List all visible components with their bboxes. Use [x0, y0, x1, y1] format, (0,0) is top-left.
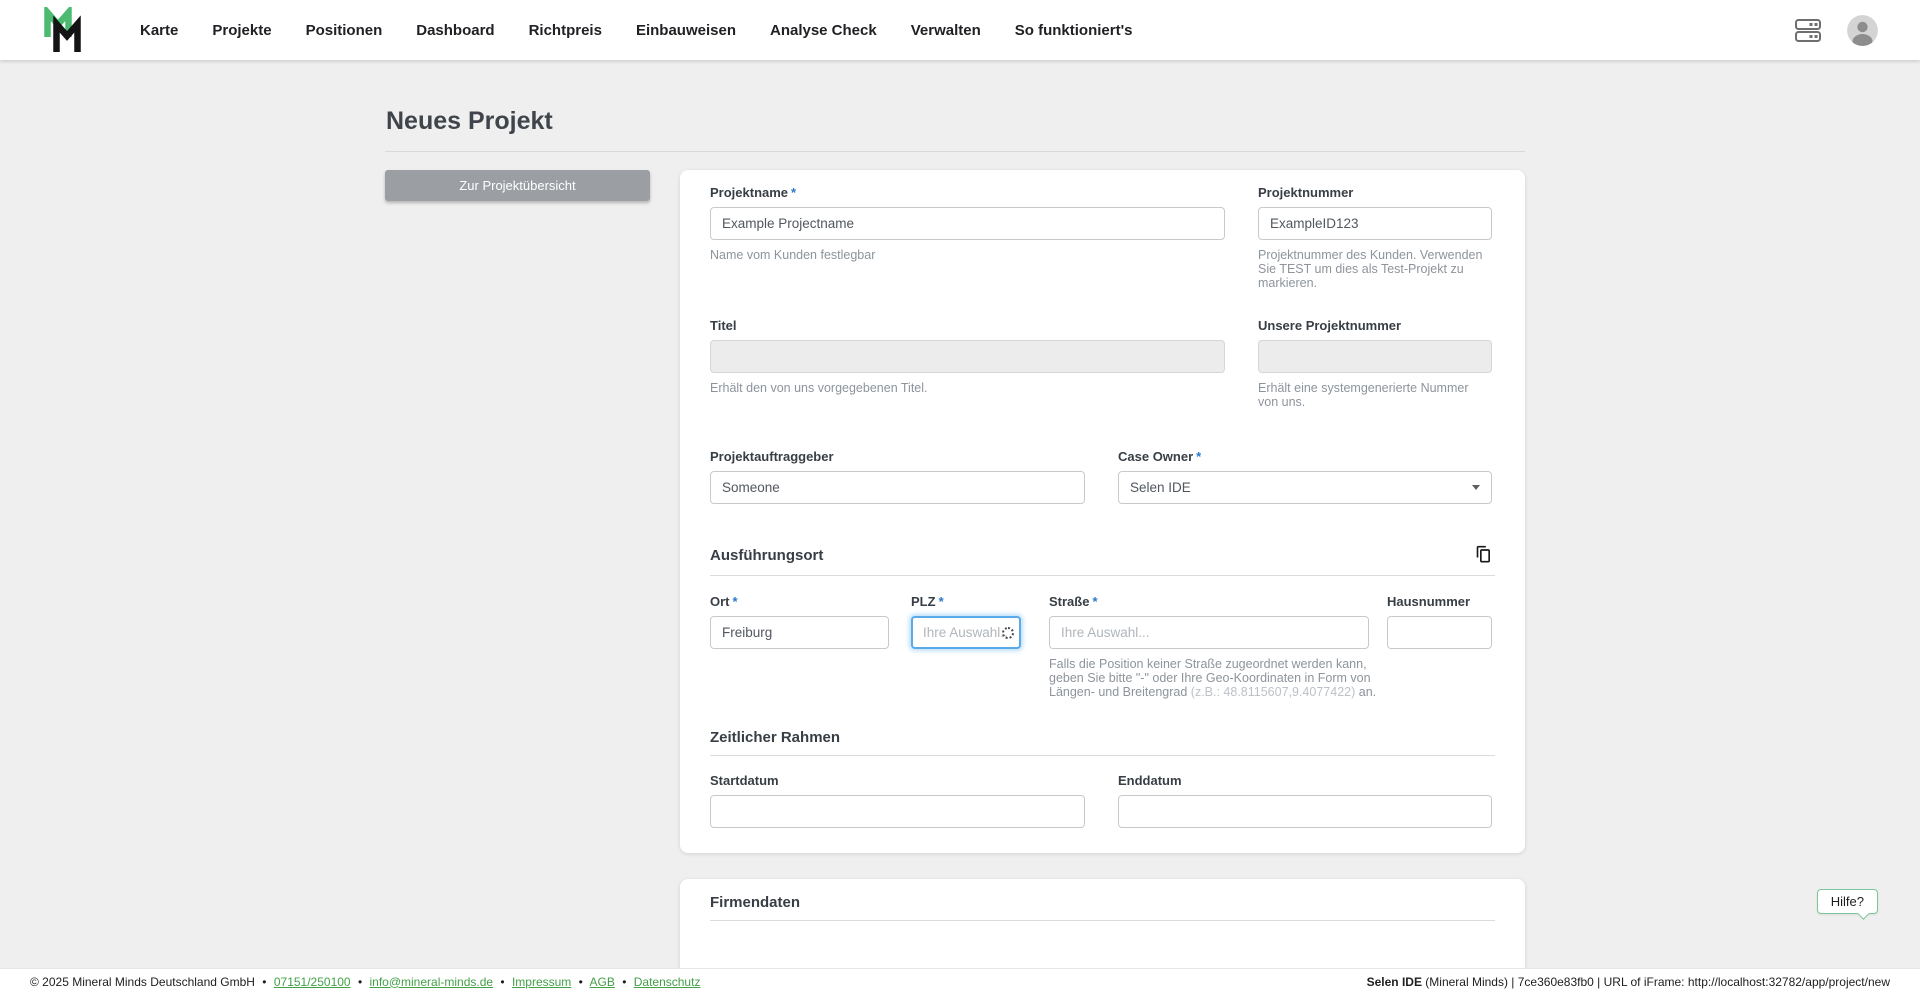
title-divider — [385, 151, 1525, 152]
case-owner-field: Case Owner * Selen IDE — [1118, 449, 1492, 504]
copyright-text: © 2025 Mineral Minds Deutschland GmbH — [30, 974, 255, 989]
copy-icon[interactable] — [1475, 544, 1495, 566]
projektauftraggeber-label: Projektauftraggeber — [710, 449, 834, 464]
firmendaten-section-title: Firmendaten — [710, 894, 801, 911]
unsere-projektnummer-field: Unsere Projektnummer Erhält eine systemg… — [1258, 318, 1492, 409]
chevron-down-icon — [1472, 485, 1480, 490]
startdatum-field: Startdatum — [710, 773, 1085, 828]
firmendaten-card: Firmendaten — [680, 879, 1525, 968]
plz-label: PLZ * — [911, 594, 944, 609]
zeitlicher-rahmen-section-header: Zeitlicher Rahmen — [710, 729, 1495, 756]
nav-item-analyse-check[interactable]: Analyse Check — [770, 22, 877, 39]
nav-item-karte[interactable]: Karte — [140, 22, 178, 39]
user-avatar-icon[interactable] — [1847, 14, 1878, 46]
strasse-label: Straße * — [1049, 594, 1098, 609]
server-icon[interactable] — [1795, 18, 1821, 42]
strasse-field: Straße* Falls die Position keiner Straße… — [1049, 594, 1376, 699]
firmendaten-section-header: Firmendaten — [710, 894, 1495, 921]
enddatum-label: Enddatum — [1118, 773, 1182, 788]
header-actions — [1795, 14, 1878, 46]
required-asterisk: * — [1092, 594, 1098, 609]
unsere-projektnummer-label: Unsere Projektnummer — [1258, 318, 1402, 333]
session-user: Selen IDE — [1366, 974, 1422, 989]
enddatum-input[interactable] — [1118, 795, 1492, 828]
footer-link-email[interactable]: info@mineral-minds.de — [369, 975, 493, 989]
required-asterisk: * — [791, 185, 797, 200]
nav-item-einbauweisen[interactable]: Einbauweisen — [636, 22, 736, 39]
ausfuehrungsort-section-header: Ausführungsort — [710, 544, 1495, 576]
zeitlicher-rahmen-section-title: Zeitlicher Rahmen — [710, 729, 841, 746]
projektnummer-helper: Projektnummer des Kunden. Verwenden Sie … — [1258, 248, 1483, 290]
page-title: Neues Projekt — [386, 107, 553, 135]
titel-input — [710, 340, 1225, 373]
unsere-projektnummer-input — [1258, 340, 1492, 373]
help-button[interactable]: Hilfe? — [1816, 889, 1878, 914]
ausfuehrungsort-section-title: Ausführungsort — [710, 546, 824, 564]
page-footer: © 2025 Mineral Minds Deutschland GmbH • … — [0, 968, 1920, 994]
zur-projektuebersicht-button[interactable]: Zur Projektübersicht — [385, 170, 650, 201]
ort-input[interactable] — [710, 616, 889, 649]
projektname-label: Projektname * — [710, 185, 797, 200]
projektname-helper: Name vom Kunden festlegbar — [710, 248, 876, 262]
app-header: Karte Projekte Positionen Dashboard Rich… — [0, 0, 1920, 60]
startdatum-label: Startdatum — [710, 773, 779, 788]
mineral-minds-logo-icon[interactable] — [42, 7, 84, 53]
unsere-projektnummer-helper: Erhält eine systemgenerierte Nummer von … — [1258, 381, 1469, 409]
nav-item-richtpreis[interactable]: Richtpreis — [529, 22, 602, 39]
projektnummer-input[interactable] — [1258, 207, 1492, 240]
titel-label: Titel — [710, 318, 737, 333]
projektnummer-label: Projektnummer — [1258, 185, 1354, 200]
main-content: Neues Projekt Zur Projektübersicht Proje… — [0, 60, 1920, 968]
projektname-field: Projektname* Name vom Kunden festlegbar — [710, 185, 1225, 262]
nav-item-verwalten[interactable]: Verwalten — [911, 22, 981, 39]
case-owner-label: Case Owner * — [1118, 449, 1202, 464]
hausnummer-input[interactable] — [1387, 616, 1492, 649]
enddatum-field: Enddatum — [1118, 773, 1492, 828]
required-asterisk: * — [732, 594, 738, 609]
strasse-helper: Falls die Position keiner Straße zugeord… — [1049, 657, 1377, 699]
case-owner-selected-value: Selen IDE — [1130, 480, 1191, 495]
required-asterisk: * — [938, 594, 944, 609]
nav-item-projekte[interactable]: Projekte — [212, 22, 271, 39]
projektauftraggeber-field: Projektauftraggeber — [710, 449, 1085, 504]
projektnummer-field: Projektnummer Projektnummer des Kunden. … — [1258, 185, 1492, 290]
nav-item-positionen[interactable]: Positionen — [306, 22, 383, 39]
titel-field: Titel Erhält den von uns vorgegebenen Ti… — [710, 318, 1225, 395]
titel-helper: Erhält den von uns vorgegebenen Titel. — [710, 381, 928, 395]
footer-link-phone[interactable]: 07151/250100 — [274, 975, 351, 989]
plz-field: PLZ * — [911, 594, 1021, 649]
footer-link-datenschutz[interactable]: Datenschutz — [634, 975, 701, 989]
session-details: (Mineral Minds) | 7ce360e83fb0 | URL of … — [1421, 974, 1890, 989]
nav-item-dashboard[interactable]: Dashboard — [416, 22, 494, 39]
required-asterisk: * — [1196, 449, 1202, 464]
footer-link-agb[interactable]: AGB — [590, 975, 615, 989]
hausnummer-field: Hausnummer — [1387, 594, 1492, 649]
loading-spinner-icon — [1002, 626, 1014, 639]
project-form-card: Projektname* Name vom Kunden festlegbar … — [680, 170, 1525, 853]
nav-item-so-funktionierts[interactable]: So funktioniert's — [1015, 22, 1133, 39]
footer-session-info: Selen IDE (Mineral Minds) | 7ce360e83fb0… — [1367, 975, 1890, 989]
footer-link-impressum[interactable]: Impressum — [512, 975, 571, 989]
main-nav: Karte Projekte Positionen Dashboard Rich… — [140, 22, 1133, 39]
projektname-input[interactable] — [710, 207, 1225, 240]
strasse-input[interactable] — [1049, 616, 1369, 649]
ort-field: Ort * — [710, 594, 889, 649]
hausnummer-label: Hausnummer — [1387, 594, 1471, 609]
ort-label: Ort * — [710, 594, 738, 609]
projektauftraggeber-input[interactable] — [710, 471, 1085, 504]
footer-legal: © 2025 Mineral Minds Deutschland GmbH • … — [30, 974, 701, 989]
case-owner-select[interactable]: Selen IDE — [1118, 471, 1492, 504]
startdatum-input[interactable] — [710, 795, 1085, 828]
